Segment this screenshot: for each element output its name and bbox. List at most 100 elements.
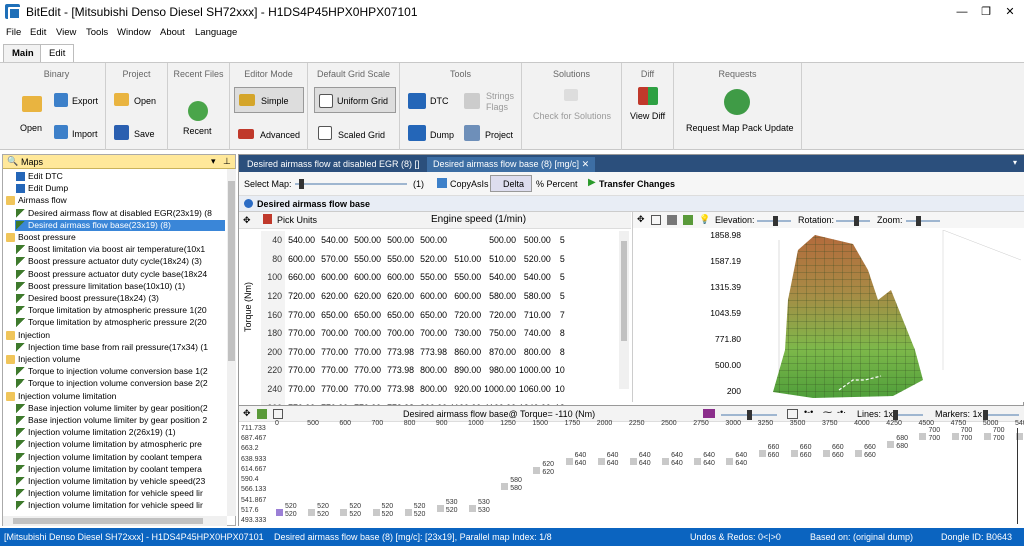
- data-point[interactable]: [372, 508, 380, 516]
- table-cell[interactable]: 660.00: [285, 268, 318, 287]
- tab-menu-icon[interactable]: ▾: [1013, 158, 1017, 167]
- project-tool-button[interactable]: Project: [485, 130, 513, 140]
- table-cell[interactable]: 550.00: [351, 250, 384, 269]
- table-cell[interactable]: 620.00: [351, 287, 384, 306]
- table-cell[interactable]: 770.00: [285, 305, 318, 324]
- tree-item[interactable]: Desired airmass flow base(23x19) (8): [15, 219, 225, 231]
- table-cell[interactable]: 500.00: [484, 231, 519, 250]
- dtc-button[interactable]: DTC: [430, 96, 449, 106]
- table-cell[interactable]: 540.00: [285, 231, 318, 250]
- table-cell[interactable]: 700.00: [351, 324, 384, 343]
- binary-export-button[interactable]: Export: [72, 96, 98, 106]
- tree-item[interactable]: Injection volume limitation for vehicle …: [15, 488, 225, 499]
- table-cell[interactable]: 10: [554, 361, 568, 380]
- data-point[interactable]: [726, 458, 734, 466]
- table-cell[interactable]: 600.00: [417, 287, 450, 306]
- close-icon[interactable]: ✕: [998, 3, 1022, 21]
- tree-item[interactable]: Boost limitation via boost air temperatu…: [15, 244, 225, 255]
- data-point[interactable]: [758, 449, 766, 457]
- slider-thumb[interactable]: [854, 216, 859, 226]
- tab-edit[interactable]: Edit: [40, 44, 75, 62]
- tree-item[interactable]: Boost pressure actuator duty cycle(18x24…: [15, 256, 225, 267]
- data-point[interactable]: [629, 458, 637, 466]
- table-cell[interactable]: 750.00: [484, 324, 519, 343]
- table-cell[interactable]: [450, 231, 484, 250]
- table-cell[interactable]: 770.00: [285, 343, 318, 362]
- table-cell[interactable]: 600.00: [384, 268, 417, 287]
- maps-vertical-scrollbar[interactable]: [227, 169, 236, 516]
- color-icon[interactable]: [703, 409, 715, 418]
- pin-icon[interactable]: ⊥: [223, 156, 231, 167]
- table-cell[interactable]: 580.00: [519, 287, 554, 306]
- data-point[interactable]: [919, 432, 927, 440]
- table-cell[interactable]: 710.00: [519, 305, 554, 324]
- table-cell[interactable]: 700.00: [384, 324, 417, 343]
- tree-item[interactable]: Desired boost pressure(18x24) (3): [15, 293, 225, 304]
- data-point[interactable]: [340, 508, 348, 516]
- data-point[interactable]: [822, 449, 830, 457]
- table-cell[interactable]: 510.00: [484, 250, 519, 269]
- check-solutions-button[interactable]: Check for Solutions: [533, 111, 611, 121]
- table-cell[interactable]: 550.00: [384, 250, 417, 269]
- close-tab-icon[interactable]: ✕: [582, 159, 590, 169]
- data-point[interactable]: [790, 449, 798, 457]
- line-icon[interactable]: ⁓: [823, 407, 832, 418]
- line-dots-icon[interactable]: •-•: [804, 407, 813, 417]
- uniform-grid-button[interactable]: Uniform Grid: [314, 87, 396, 113]
- table-cell[interactable]: 773.98: [384, 343, 417, 362]
- tree-item[interactable]: Edit Dump: [15, 183, 225, 194]
- slider-thumb[interactable]: [983, 410, 988, 420]
- data-point[interactable]: [565, 458, 573, 466]
- menu-language[interactable]: Language: [195, 27, 237, 38]
- tree-folder[interactable]: Injection volume: [5, 354, 225, 365]
- tree-item[interactable]: Injection time base from rail pressure(1…: [15, 342, 225, 353]
- table-cell[interactable]: 980.00: [484, 361, 519, 380]
- slider-thumb[interactable]: [747, 410, 752, 420]
- tree-item[interactable]: Injection volume limitation 2(26x19) (1): [15, 427, 225, 438]
- table-cell[interactable]: 800.00: [417, 361, 450, 380]
- doc-tab-base[interactable]: Desired airmass flow base (8) [mg/c] ✕: [427, 157, 596, 172]
- table-cell[interactable]: 870.00: [484, 343, 519, 362]
- tree-item[interactable]: Base injection volume limiter by gear po…: [15, 415, 225, 426]
- tree-item[interactable]: Torque to injection volume conversion ba…: [15, 366, 225, 377]
- pick-units-button[interactable]: Pick Units: [277, 215, 317, 225]
- data-point[interactable]: [694, 458, 702, 466]
- table-cell[interactable]: 510.00: [450, 250, 484, 269]
- table-cell[interactable]: 920.00: [450, 380, 484, 399]
- axes-icon[interactable]: [667, 215, 677, 225]
- table-cell[interactable]: 720.00: [285, 287, 318, 306]
- slider-thumb[interactable]: [916, 216, 921, 226]
- table-cell[interactable]: 620.00: [318, 287, 351, 306]
- scaled-grid-button[interactable]: Scaled Grid: [338, 130, 385, 140]
- surface-icon[interactable]: [683, 215, 693, 225]
- grid-view-icon[interactable]: [651, 215, 661, 225]
- table-cell[interactable]: 773.98: [384, 361, 417, 380]
- table-cell[interactable]: 770.00: [351, 380, 384, 399]
- delta-button[interactable]: Delta: [490, 175, 532, 192]
- select-map-slider[interactable]: [295, 179, 407, 189]
- data-point[interactable]: [404, 508, 412, 516]
- view-diff-button[interactable]: View Diff: [630, 111, 665, 121]
- table-cell[interactable]: 770.00: [318, 361, 351, 380]
- data-point[interactable]: [469, 504, 477, 512]
- transfer-changes-button[interactable]: Transfer Changes: [599, 179, 675, 189]
- lines-slider[interactable]: [893, 410, 923, 420]
- table-cell[interactable]: 860.00: [450, 343, 484, 362]
- table-cell[interactable]: 600.00: [318, 268, 351, 287]
- tree-folder[interactable]: Boost pressure: [5, 232, 225, 243]
- surface-mesh[interactable]: [743, 230, 1023, 402]
- tree-folder[interactable]: Injection: [5, 330, 225, 341]
- grid-vertical-scrollbar[interactable]: [619, 231, 629, 389]
- zoom-slider[interactable]: [906, 216, 940, 226]
- tree-item[interactable]: Torque to injection volume conversion ba…: [15, 378, 225, 389]
- menu-view[interactable]: View: [56, 27, 76, 38]
- table-cell[interactable]: 620.00: [384, 287, 417, 306]
- slider-thumb[interactable]: [893, 410, 898, 420]
- tree-item[interactable]: Injection volume limitation by coolant t…: [15, 452, 225, 463]
- scroll-thumb[interactable]: [13, 518, 203, 524]
- table-cell[interactable]: 773.98: [417, 343, 450, 362]
- table-cell[interactable]: 520.00: [519, 250, 554, 269]
- scroll-thumb[interactable]: [228, 181, 235, 361]
- table-cell[interactable]: 5: [554, 268, 568, 287]
- table-cell[interactable]: 7: [554, 305, 568, 324]
